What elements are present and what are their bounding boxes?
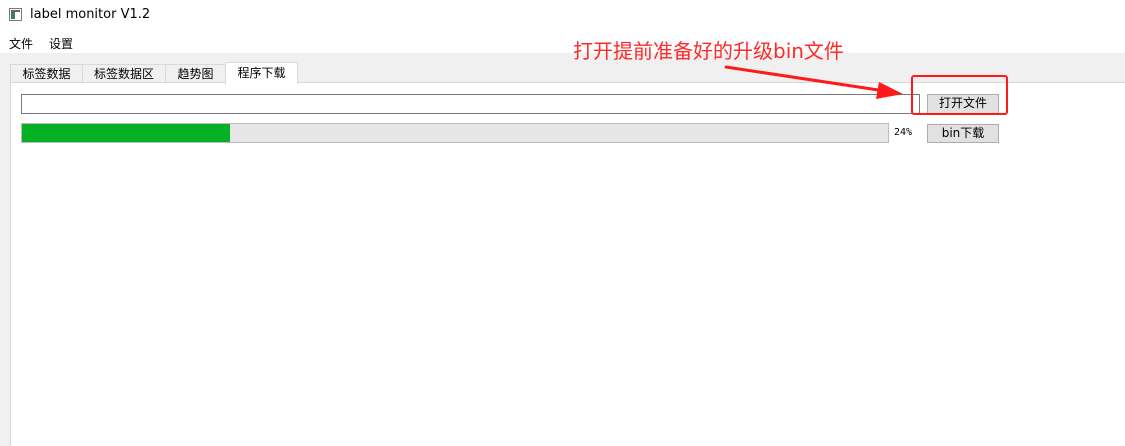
- annotation-arrow-icon: [724, 65, 903, 99]
- app-window: label monitor V1.2 文件 设置 标签数据 标签数据区 趋势图 …: [0, 0, 1125, 446]
- tab-program-download[interactable]: 程序下载: [225, 62, 298, 84]
- annotation-highlight-box: [911, 75, 1008, 115]
